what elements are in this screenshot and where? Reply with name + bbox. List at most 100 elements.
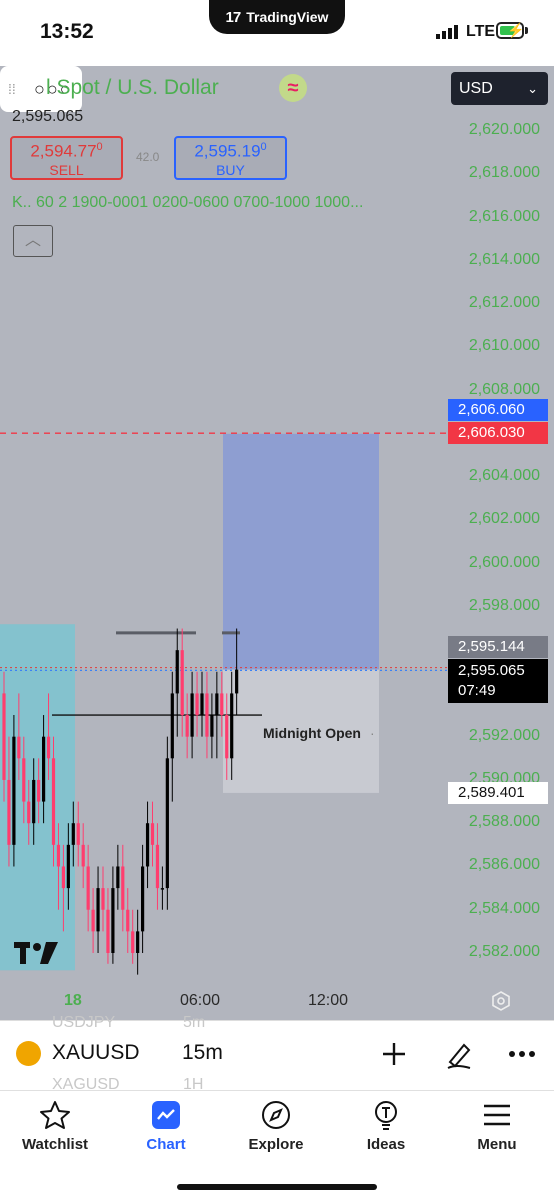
data-provider-icon: ≈: [279, 74, 307, 102]
candle-body: [230, 693, 234, 759]
price-tag-stop-level: 2,606.030: [448, 422, 548, 444]
home-indicator: [177, 1184, 377, 1190]
price-axis-label: 2,608.000: [468, 380, 540, 398]
candle-body: [131, 931, 135, 953]
tab-chart[interactable]: Chart: [111, 1098, 221, 1153]
price-axis-label: 2,598.000: [468, 596, 540, 614]
midnight-open-label[interactable]: Midnight Open: [263, 725, 361, 741]
tradingview-watermark-icon: [14, 942, 58, 964]
ghost-interval-above: 5m: [183, 1014, 206, 1031]
price-axis-label: 2,588.000: [468, 813, 540, 831]
network-label: LTE: [466, 23, 496, 40]
drag-handle-icon[interactable]: ⁞⁞: [8, 82, 18, 96]
price-axis-label: 2,616.000: [468, 207, 540, 225]
candle-body: [175, 650, 179, 694]
candle-body: [185, 715, 189, 737]
candle-body: [165, 758, 169, 889]
signal-icon: [436, 25, 458, 39]
candle-body: [22, 758, 26, 802]
price-axis-label: 2,604.000: [468, 467, 540, 485]
add-icon[interactable]: [380, 1040, 408, 1068]
sell-price: 2,594.77: [30, 141, 97, 161]
more-options-icon[interactable]: [508, 1050, 536, 1058]
candle-body: [220, 693, 224, 716]
time-axis-label: 06:00: [180, 992, 221, 1009]
candle-body: [180, 650, 184, 716]
candle-body: [17, 736, 21, 759]
candle-body: [12, 736, 16, 845]
candle-body: [190, 693, 194, 737]
candle-body: [150, 823, 155, 845]
collapse-legend-button[interactable]: ︿: [13, 225, 53, 257]
currency-selector[interactable]: USD ⌄: [451, 72, 548, 105]
position-profit-zone: [223, 433, 379, 670]
buy-button[interactable]: 2,595.190 BUY: [174, 136, 287, 180]
compass-icon: [221, 1098, 331, 1132]
app-badge-label: TradingView: [246, 9, 329, 25]
tab-explore[interactable]: Explore: [221, 1098, 331, 1153]
settings-hex-icon[interactable]: [490, 990, 512, 1012]
candle-body: [106, 909, 110, 953]
sell-button[interactable]: 2,594.770 SELL: [10, 136, 123, 180]
last-price: 2,595.065: [458, 662, 525, 679]
price-tag-take-profit: 2,606.060: [448, 399, 548, 421]
candle-body: [71, 823, 75, 845]
time-axis-label: 18: [64, 992, 82, 1009]
ghost-symbol-above: USDJPY: [52, 1014, 116, 1031]
candle-body: [56, 844, 61, 867]
lightbulb-icon: [331, 1098, 441, 1132]
tab-ideas[interactable]: Ideas: [331, 1098, 441, 1153]
buy-price-fraction: 0: [260, 141, 267, 153]
legend-price: 2,595.065: [12, 108, 84, 125]
candle-body: [116, 866, 120, 889]
candle-body: [86, 866, 90, 910]
price-tag-gray: 2,595.144: [448, 636, 548, 658]
tab-label: Explore: [248, 1136, 304, 1153]
time-axis-label: 12:00: [308, 992, 349, 1009]
candle-body: [91, 909, 95, 932]
tab-watchlist[interactable]: Watchlist: [0, 1098, 110, 1153]
candle-body: [195, 693, 199, 716]
spread-value: 42.0: [136, 150, 160, 164]
symbol-title[interactable]: l Spot / U.S. Dollar: [46, 76, 219, 100]
tradingview-logo-icon: 17: [225, 8, 242, 26]
candle-body: [210, 715, 214, 737]
interval-selector[interactable]: 15m: [182, 1041, 223, 1065]
bar-countdown: 07:49: [458, 682, 496, 699]
chevron-down-icon: ⌄: [527, 81, 538, 96]
candle-body: [160, 888, 164, 890]
candle-body: [225, 715, 229, 759]
candle-body: [170, 693, 174, 759]
candle-body: [42, 736, 46, 802]
tab-menu[interactable]: Menu: [442, 1098, 552, 1153]
chart-icon: [111, 1098, 221, 1132]
candle-body: [155, 844, 160, 889]
price-axis-label: 2,600.000: [468, 553, 540, 571]
status-time: 13:52: [40, 20, 94, 43]
tab-label: Ideas: [366, 1136, 406, 1153]
price-tag-stop-loss: 2,589.401: [448, 782, 548, 804]
candle-body: [215, 693, 219, 716]
candle-body: [32, 779, 36, 824]
buy-label: BUY: [216, 161, 245, 178]
candle-body: [121, 866, 125, 910]
symbol-selector[interactable]: XAUUSD: [52, 1041, 140, 1065]
battery-icon: ⚡: [496, 22, 524, 39]
candle-body: [46, 736, 51, 759]
candle-body: [27, 801, 31, 824]
candle-body: [136, 931, 140, 953]
tab-label: Menu: [477, 1136, 517, 1153]
candle-body: [111, 888, 115, 953]
candle-body: [235, 669, 239, 694]
price-axis-label: 2,620.000: [468, 121, 540, 138]
drawing-tools-icon[interactable]: [444, 1040, 472, 1070]
candle-body: [37, 779, 41, 802]
price-axis-label: 2,602.000: [468, 510, 540, 528]
app-badge: 17 TradingView: [209, 0, 345, 34]
sell-label: SELL: [49, 161, 84, 178]
session-indicator-legend[interactable]: K.. 60 2 1900-0001 0200-0600 0700-1000 1…: [12, 194, 363, 212]
candle-body: [51, 758, 56, 845]
price-axis-label: 2,612.000: [468, 294, 540, 312]
price-axis-label: 2,582.000: [468, 943, 540, 960]
candle-body: [101, 888, 105, 910]
